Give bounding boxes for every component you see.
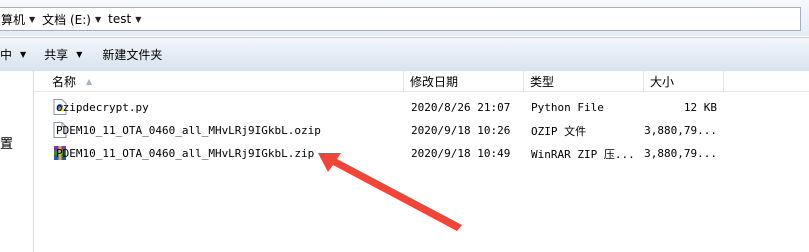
file-row[interactable]: PDEM10_11_OTA_0460_all_MHvLRj9IGkbL.zip … [34,142,809,165]
file-type: WinRAR ZIP 压... [531,147,635,161]
file-name: PDEM10_11_OTA_0460_all_MHvLRj9IGkbL.ozip [56,124,321,137]
column-name[interactable]: 名称 ▲ [34,71,404,91]
dropdown-arrow-icon: ▼ [20,50,27,59]
address-bar-area: 算机 ▼ 文档 (E:) ▼ test ▼ [0,0,809,36]
organize-button[interactable]: 中 ▼ [0,38,26,71]
file-modified: 2020/9/18 10:49 [411,147,511,160]
file-type: Python File [531,101,604,114]
file-modified: 2020/8/26 21:07 [411,101,511,114]
share-label: 共享 [44,48,69,62]
new-folder-label: 新建文件夹 [102,48,163,62]
file-type: OZIP 文件 [531,124,587,138]
column-size-label: 大小 [650,74,675,89]
dropdown-arrow-icon: ▼ [76,50,83,59]
breadcrumb-chevron-icon[interactable]: ▼ [29,15,35,24]
breadcrumb-drive[interactable]: 文档 (E:) [41,11,91,28]
column-modified[interactable]: 修改日期 [404,71,524,91]
column-name-label: 名称 [52,74,77,89]
file-size: 3,880,79... [644,147,717,160]
file-name: ozipdecrypt.py [56,101,149,114]
column-modified-label: 修改日期 [410,74,459,89]
file-row[interactable]: PDEM10_11_OTA_0460_all_MHvLRj9IGkbL.ozip… [34,119,809,142]
file-size: 3,880,79... [644,124,717,137]
breadcrumb-folder[interactable]: test [107,12,131,26]
nav-item-label[interactable]: 置 [0,133,13,152]
column-type[interactable]: 类型 [524,71,644,91]
breadcrumb-computer[interactable]: 算机 [0,11,25,28]
organize-label: 中 [0,48,13,62]
file-list: ozipdecrypt.py 2020/8/26 21:07 Python Fi… [34,92,809,252]
file-row[interactable]: ozipdecrypt.py 2020/8/26 21:07 Python Fi… [34,96,809,119]
toolbar: 中 ▼ 共享 ▼ 新建文件夹 [0,37,809,72]
file-name: PDEM10_11_OTA_0460_all_MHvLRj9IGkbL.zip [56,147,315,160]
new-folder-button[interactable]: 新建文件夹 [102,38,162,71]
file-modified: 2020/9/18 10:26 [411,124,511,137]
column-size[interactable]: 大小 [644,71,724,91]
breadcrumb-chevron-icon[interactable]: ▼ [95,15,101,24]
column-header: 名称 ▲ 修改日期 类型 大小 [34,71,809,92]
sort-ascending-icon: ▲ [86,76,93,86]
share-button[interactable]: 共享 ▼ [44,38,82,71]
breadcrumb-chevron-icon[interactable]: ▼ [135,15,141,24]
file-size: 12 KB [683,101,717,114]
address-bar[interactable]: 算机 ▼ 文档 (E:) ▼ test ▼ [0,7,801,31]
column-type-label: 类型 [530,74,555,89]
navigation-pane[interactable]: 置 [0,71,34,252]
